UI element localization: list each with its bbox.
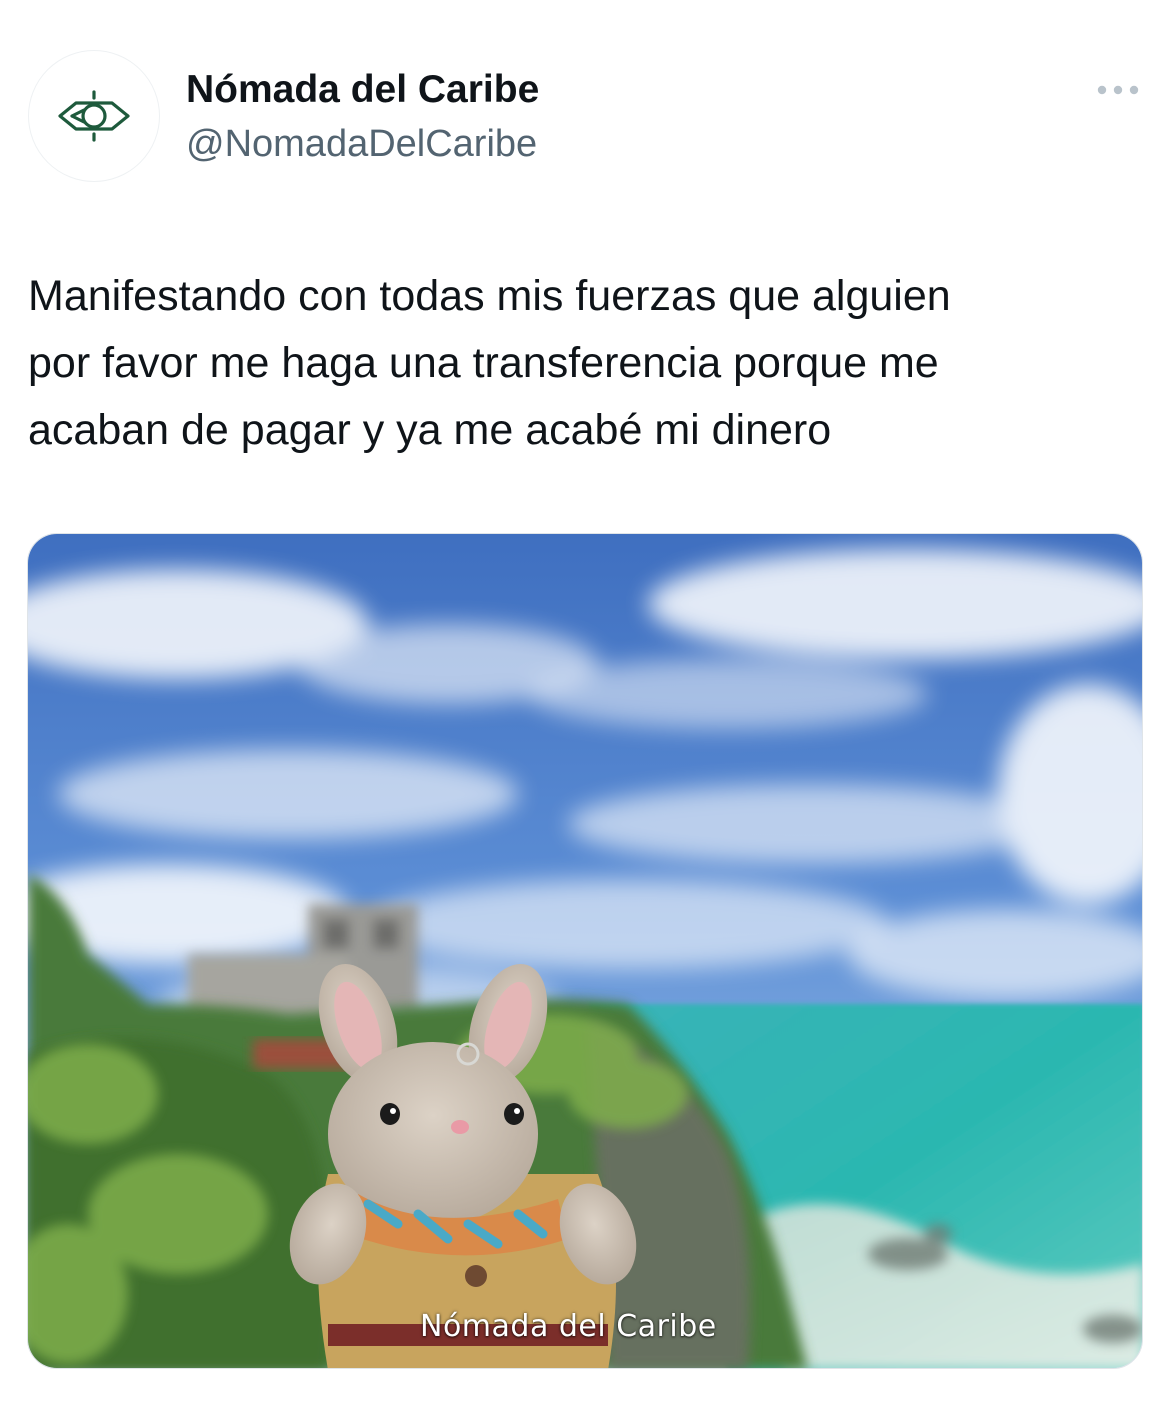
author-handle[interactable]: @NomadaDelCaribe — [186, 120, 537, 168]
author-avatar[interactable] — [28, 50, 160, 182]
more-dots-icon — [1097, 85, 1139, 95]
author-display-name[interactable]: Nómada del Caribe — [186, 66, 539, 114]
tweet-text-line: acaban de pagar y ya me acabé mi dinero — [28, 406, 832, 454]
more-options-button[interactable] — [1090, 76, 1146, 104]
eye-logo-icon — [58, 90, 130, 142]
tweet-text-line: Manifestando con todas mis fuerzas que a… — [28, 272, 951, 320]
tweet-photo[interactable]: Nómada del Caribe — [27, 533, 1143, 1369]
tweet-text: Manifestando con todas mis fuerzas que a… — [28, 263, 1148, 464]
photo-watermark: Nómada del Caribe — [420, 1309, 717, 1344]
photo-scene — [28, 534, 1142, 1368]
tweet-text-line: por favor me haga una transferencia porq… — [28, 339, 939, 387]
